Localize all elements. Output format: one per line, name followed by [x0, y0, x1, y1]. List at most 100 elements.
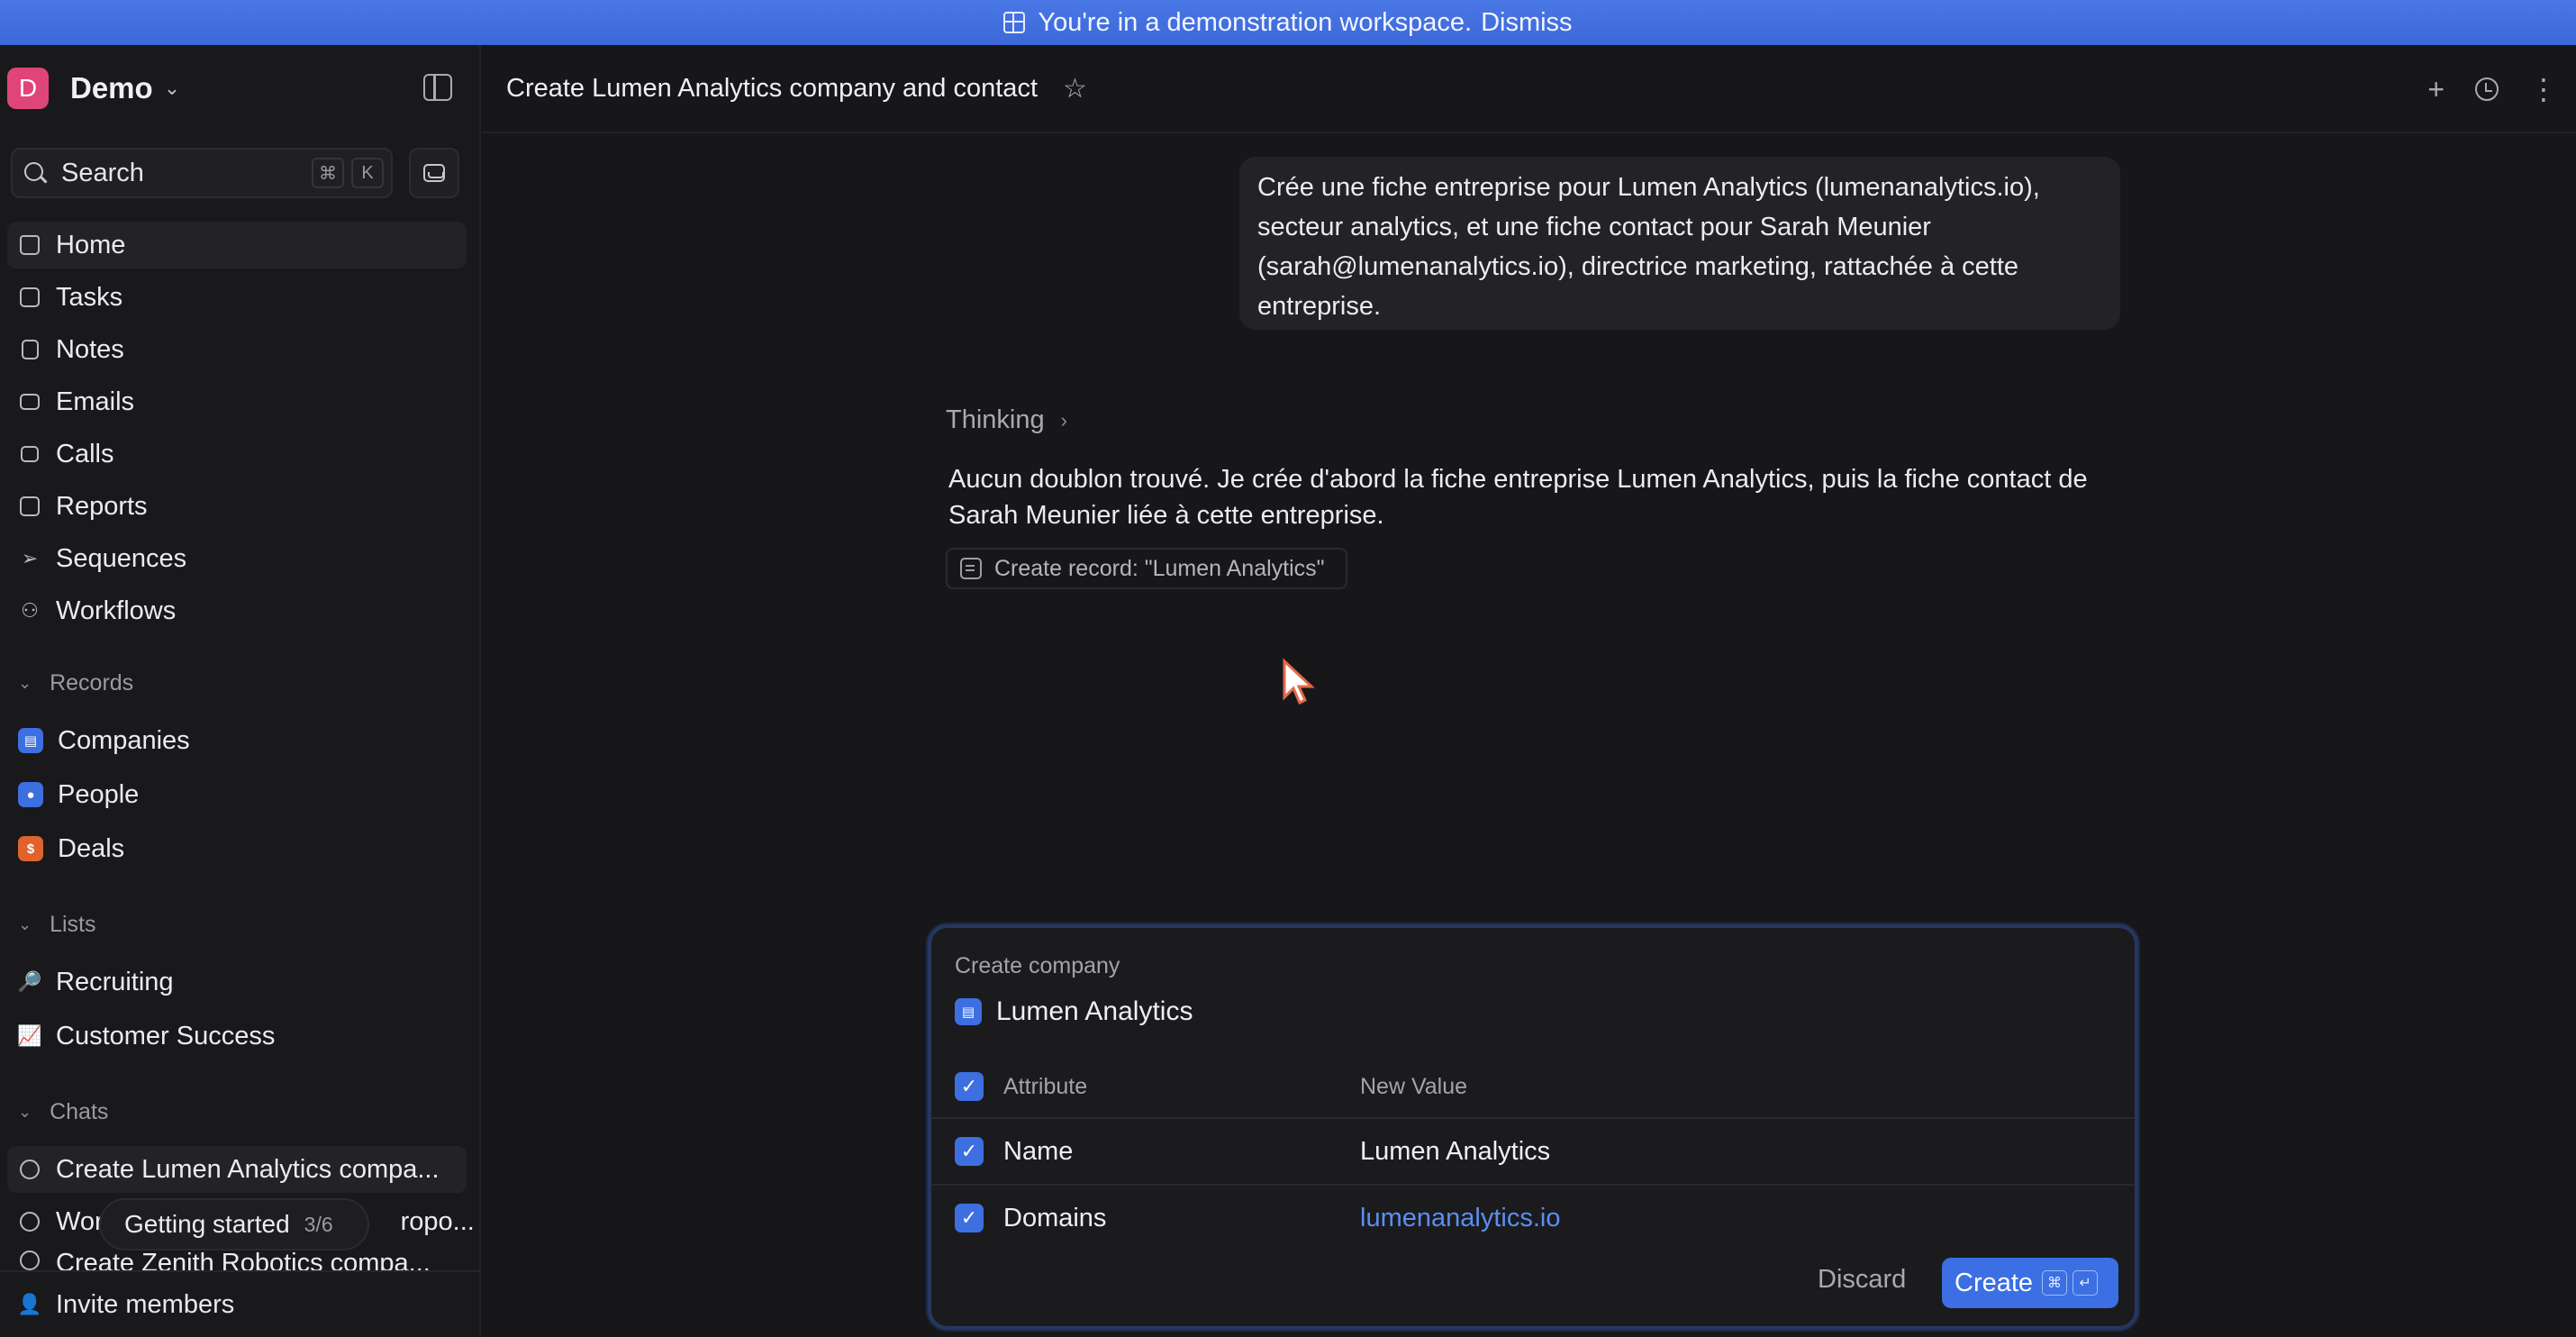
- tool-call-chip[interactable]: Create record: "Lumen Analytics": [946, 548, 1347, 589]
- sidebar: D Demo ⌄ Search ⌘ K Home Tasks Notes Ema…: [0, 45, 481, 1337]
- create-company-card: Create company ▤ Lumen Analytics ✓ Attri…: [928, 924, 2138, 1330]
- page-header: Create Lumen Analytics company and conta…: [483, 45, 2576, 133]
- inbox-icon: [423, 164, 445, 182]
- getting-started-count: 3/6: [304, 1212, 333, 1236]
- sidebar-item-label: Notes: [56, 334, 124, 364]
- chat-item-lumen[interactable]: Create Lumen Analytics compa...: [7, 1146, 467, 1193]
- sidebar-item-customer-success[interactable]: 📈 Customer Success: [7, 1013, 467, 1060]
- workflow-icon: ⚇: [21, 599, 39, 622]
- magnifier-emoji-icon: 🔎: [17, 970, 42, 993]
- sidebar-item-companies[interactable]: ▤ Companies: [7, 717, 467, 764]
- getting-started-pill[interactable]: Getting started 3/6: [99, 1198, 369, 1251]
- sidebar-item-label: Workflows: [56, 596, 177, 625]
- user-message: Crée une fiche entreprise pour Lumen Ana…: [1239, 157, 2120, 330]
- sidebar-item-label: Tasks: [56, 282, 123, 312]
- note-icon: [18, 338, 41, 361]
- workspace-avatar: D: [7, 68, 49, 109]
- chat-item-zenith[interactable]: Create Zenith Robotics compa...: [7, 1249, 467, 1270]
- card-label: Create company: [955, 953, 1120, 978]
- kbd-cmd: ⌘: [2042, 1270, 2068, 1296]
- chat-item-label: Create Lumen Analytics compa...: [56, 1154, 440, 1184]
- workspace-grid-icon: [1003, 12, 1026, 33]
- sidebar-item-people[interactable]: ● People: [7, 771, 467, 818]
- video-icon: [18, 442, 41, 466]
- row-attribute: Name: [1003, 1137, 1074, 1166]
- sidebar-item-recruiting[interactable]: 🔎 Recruiting: [7, 959, 467, 1005]
- chat-bubble-icon: [18, 1249, 41, 1270]
- search-input[interactable]: Search ⌘ K: [11, 148, 393, 198]
- card-entity: ▤ Lumen Analytics: [955, 996, 1193, 1027]
- plus-icon[interactable]: +: [2427, 73, 2444, 106]
- banner-text: You're in a demonstration workspace.: [1038, 7, 1473, 37]
- sidebar-item-deals[interactable]: $ Deals: [7, 825, 467, 872]
- assistant-message: Aucun doublon trouvé. Je crée d'abord la…: [948, 465, 2088, 530]
- mail-icon: [18, 390, 41, 414]
- section-title: Chats: [50, 1099, 109, 1124]
- more-vertical-icon[interactable]: ⋮: [2529, 72, 2558, 106]
- getting-started-label: Getting started: [124, 1210, 290, 1238]
- chat-item-label: Create Zenith Robotics compa...: [56, 1249, 431, 1270]
- section-chats[interactable]: ⌄ Chats: [18, 1099, 108, 1125]
- chat-bubble-icon: [18, 1158, 41, 1181]
- sidebar-toggle-icon[interactable]: [423, 74, 452, 101]
- section-title: Records: [50, 670, 134, 696]
- workspace-name: Demo: [70, 71, 153, 105]
- sidebar-item-notes[interactable]: Notes: [7, 326, 467, 373]
- section-title: Lists: [50, 912, 96, 937]
- chevron-down-icon: ⌄: [18, 1103, 32, 1121]
- search-label: Search: [61, 158, 144, 187]
- row-checkbox[interactable]: ✓: [955, 1204, 984, 1232]
- mouse-cursor-icon: [1283, 658, 1315, 705]
- sidebar-item-calls[interactable]: Calls: [7, 431, 467, 478]
- chat-item-label-end: ropo...: [400, 1206, 475, 1236]
- sidebar-item-reports[interactable]: Reports: [7, 483, 467, 530]
- sidebar-item-home[interactable]: Home: [7, 222, 467, 268]
- building-icon: ▤: [18, 728, 43, 753]
- send-icon: ➢: [21, 547, 39, 569]
- sidebar-item-label: Recruiting: [56, 967, 174, 996]
- section-lists[interactable]: ⌄ Lists: [18, 912, 96, 938]
- sidebar-item-label: Customer Success: [56, 1021, 276, 1050]
- thinking-toggle[interactable]: Thinking ›: [946, 405, 1067, 435]
- chart-emoji-icon: 📈: [17, 1024, 42, 1047]
- kbd-cmd: ⌘: [312, 158, 344, 188]
- star-icon[interactable]: ☆: [1063, 73, 1087, 105]
- chevron-down-icon: ⌄: [18, 915, 32, 933]
- chevron-down-icon: ⌄: [18, 674, 32, 692]
- section-records[interactable]: ⌄ Records: [18, 670, 133, 696]
- row-checkbox[interactable]: ✓: [955, 1137, 984, 1166]
- dollar-icon: $: [18, 836, 43, 861]
- sidebar-item-emails[interactable]: Emails: [7, 378, 467, 425]
- sidebar-item-label: Deals: [58, 833, 125, 863]
- record-icon: [960, 558, 982, 579]
- sidebar-item-tasks[interactable]: Tasks: [7, 274, 467, 321]
- kbd-k: K: [351, 158, 384, 188]
- tool-call-label: Create record: "Lumen Analytics": [994, 555, 1325, 581]
- chart-icon: [18, 495, 41, 518]
- header-attribute: Attribute: [1003, 1074, 1088, 1099]
- search-icon: [23, 161, 47, 185]
- row-value-link[interactable]: lumenanalytics.io: [1360, 1204, 1560, 1233]
- history-icon[interactable]: [2475, 77, 2499, 101]
- table-row: ✓ Domains lumenanalytics.io: [931, 1186, 2135, 1252]
- workspace-switcher[interactable]: D Demo ⌄: [7, 65, 180, 112]
- create-label: Create: [1955, 1268, 2034, 1297]
- row-value: Lumen Analytics: [1360, 1137, 1551, 1166]
- sidebar-item-workflows[interactable]: ⚇ Workflows: [7, 587, 467, 634]
- discard-button[interactable]: Discard: [1818, 1265, 1906, 1295]
- home-icon: [18, 233, 41, 257]
- chevron-right-icon: ›: [1060, 408, 1067, 432]
- select-all-checkbox[interactable]: ✓: [955, 1072, 984, 1101]
- banner-dismiss-link[interactable]: Dismiss: [1481, 8, 1573, 38]
- create-button[interactable]: Create ⌘ ↵: [1942, 1258, 2118, 1308]
- invite-members-button[interactable]: 👤 Invite members: [0, 1270, 479, 1337]
- building-icon: ▤: [955, 998, 982, 1025]
- inbox-button[interactable]: [409, 148, 459, 198]
- demo-banner: You're in a demonstration workspace. Dis…: [0, 0, 2576, 45]
- sidebar-item-sequences[interactable]: ➢ Sequences: [7, 535, 467, 582]
- chat-item-label-start: Wor: [56, 1206, 104, 1236]
- header-actions: + ⋮: [2427, 45, 2558, 133]
- checkbox-icon: [18, 286, 41, 309]
- page-title: Create Lumen Analytics company and conta…: [506, 73, 1038, 103]
- row-attribute: Domains: [1003, 1204, 1107, 1232]
